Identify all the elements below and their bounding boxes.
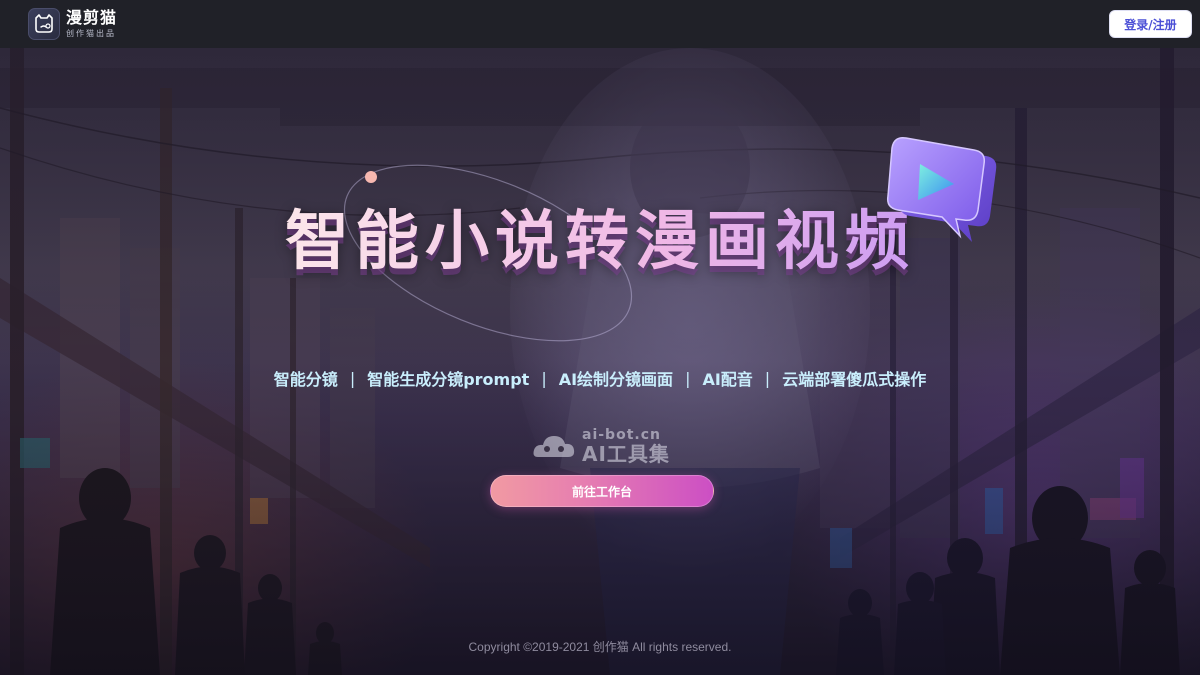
feature-item: 智能分镜 bbox=[273, 370, 338, 389]
cloud-logo-icon bbox=[533, 436, 575, 457]
orbit-decoration bbox=[343, 164, 633, 342]
feature-item: AI配音 bbox=[702, 370, 753, 389]
watermark: ai-bot.cn AI工具集 bbox=[532, 428, 670, 464]
feature-separator: | bbox=[764, 368, 771, 388]
top-navigation-bar: 漫剪猫 创作猫出品 登录/注册 bbox=[0, 0, 1200, 48]
feature-item: 智能生成分镜prompt bbox=[367, 370, 530, 389]
feature-separator: | bbox=[541, 368, 547, 388]
brand-subtitle: 创作猫出品 bbox=[66, 29, 116, 38]
login-register-button[interactable]: 登录/注册 bbox=[1109, 10, 1192, 38]
brand[interactable]: 漫剪猫 创作猫出品 bbox=[28, 8, 117, 40]
go-to-workbench-button[interactable]: 前往工作台 bbox=[490, 475, 714, 507]
cat-logo-icon bbox=[28, 8, 60, 40]
watermark-url: ai-bot.cn bbox=[582, 427, 661, 443]
play-icon bbox=[880, 134, 998, 246]
feature-separator: | bbox=[685, 368, 691, 388]
brand-name: 漫剪猫 bbox=[66, 8, 118, 27]
feature-item: 云端部署傻瓜式操作 bbox=[782, 370, 927, 389]
feature-item: AI绘制分镜画面 bbox=[558, 370, 674, 389]
hero-headline: 智能小说转漫画视频 bbox=[0, 190, 1200, 282]
hero-background bbox=[0, 48, 1200, 675]
feature-list: 智能分镜 | 智能生成分镜prompt | AI绘制分镜画面 | AI配音 | … bbox=[0, 366, 1200, 390]
watermark-name: AI工具集 bbox=[582, 442, 670, 466]
feature-separator: | bbox=[349, 368, 356, 388]
copyright-footer: Copyright ©2019-2021 创作猫 All rights rese… bbox=[468, 640, 732, 654]
